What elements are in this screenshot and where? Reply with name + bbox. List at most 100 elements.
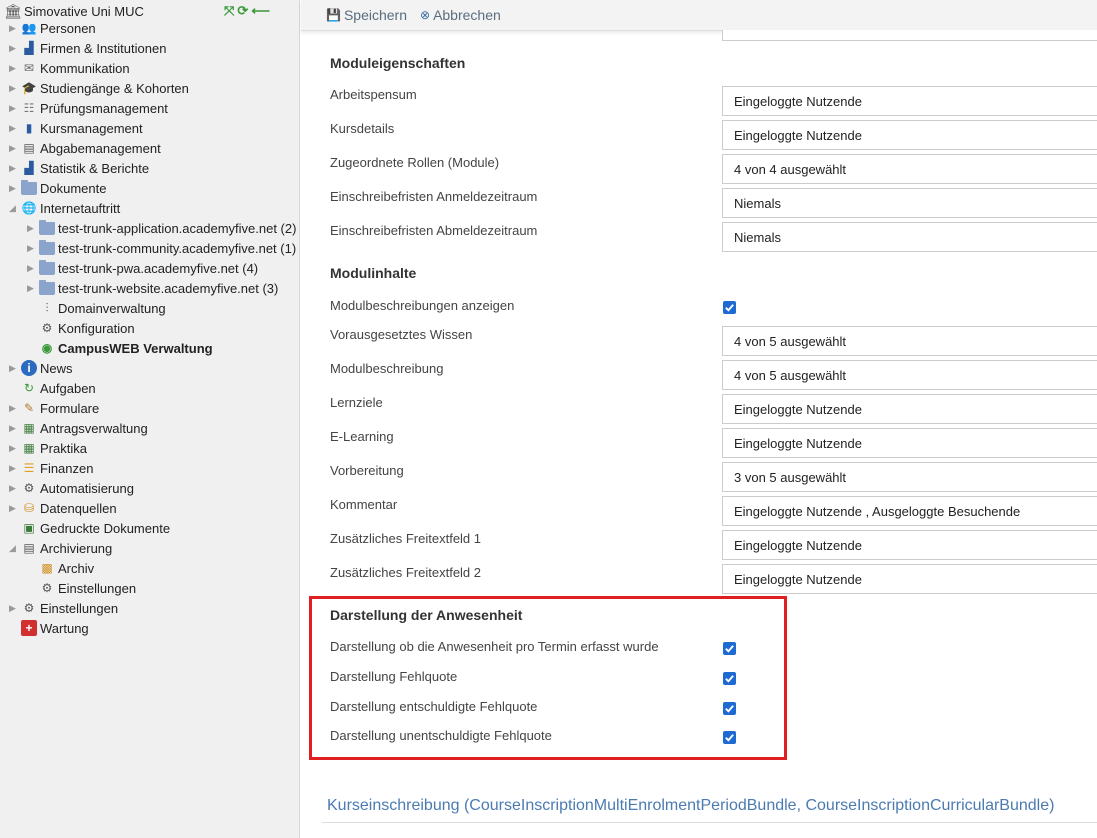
tree-item-label: Domainverwaltung — [58, 300, 166, 316]
tree-item-einstellungen[interactable]: ▶ ⚙ Einstellungen — [8, 598, 118, 618]
field-label-fehlquote: Darstellung Fehlquote — [330, 669, 458, 684]
expand-arrow-icon[interactable]: ▶ — [8, 438, 17, 458]
application-grid-icon: ▦ — [23, 421, 35, 435]
select-abmeldezeitraum[interactable]: Niemals — [722, 222, 1097, 252]
select-freitextfeld-2[interactable]: Eingeloggte Nutzende — [722, 564, 1097, 594]
tree-item-gedruckte-dokumente[interactable]: ▣ Gedruckte Dokumente — [21, 518, 170, 538]
field-label-vorausgesetztes-wissen: Vorausgesetztes Wissen — [330, 327, 473, 342]
tree-item-label: Kommunikation — [40, 60, 130, 76]
expand-arrow-icon[interactable]: ▶ — [8, 98, 17, 118]
bundle-section-link[interactable]: Kurseinschreibung (CourseInscriptionMult… — [327, 797, 1054, 815]
expand-arrow-icon[interactable]: ▶ — [8, 418, 17, 438]
checkmark-icon — [725, 675, 734, 683]
tree-item-label: test-trunk-website.academyfive.net (3) — [58, 280, 279, 296]
institution-icon: 🏛 — [4, 3, 22, 19]
expand-arrow-icon[interactable]: ▶ — [8, 498, 17, 518]
expand-arrow-icon[interactable]: ▶ — [26, 278, 35, 298]
tree-item-firmen[interactable]: ▶ ▟ Firmen & Institutionen — [8, 38, 166, 58]
expand-arrow-icon[interactable]: ▶ — [8, 58, 17, 78]
expand-arrow-icon[interactable]: ▶ — [26, 218, 35, 238]
tree-item-finanzen[interactable]: ▶ ☰ Finanzen — [8, 458, 93, 478]
tree-item-personen[interactable]: ▶ 👥 Personen — [8, 18, 96, 38]
expand-arrow-icon[interactable]: ▶ — [26, 258, 35, 278]
select-freitextfeld-1[interactable]: Eingeloggte Nutzende — [722, 530, 1097, 560]
tree-item-label: Firmen & Institutionen — [40, 40, 167, 56]
factory-icon: ▟ — [24, 41, 34, 55]
tree-item-formulare[interactable]: ▶ ✎ Formulare — [8, 398, 99, 418]
expand-arrow-icon[interactable]: ▶ — [8, 358, 17, 378]
expand-arrow-icon[interactable]: ▶ — [8, 598, 17, 618]
tree-item-label: Finanzen — [40, 460, 94, 476]
select-modulbeschreibung[interactable]: 4 von 5 ausgewählt — [722, 360, 1097, 390]
tree-item-pruefungsmanagement[interactable]: ▶ ☷ Prüfungsmanagement — [8, 98, 168, 118]
tree-item-kommunikation[interactable]: ▶ ✉ Kommunikation — [8, 58, 130, 78]
checkbox-anwesenheit-pro-termin[interactable] — [723, 642, 736, 655]
tree-item-statistik[interactable]: ▶ ▟ Statistik & Berichte — [8, 158, 149, 178]
tree-item-aufgaben[interactable]: ↻ Aufgaben — [21, 378, 96, 398]
expand-arrow-icon[interactable]: ▶ — [8, 118, 17, 138]
checkbox-entschuldigte-fehlquote[interactable] — [723, 702, 736, 715]
expand-arrow-icon[interactable]: ▶ — [8, 478, 17, 498]
checkmark-icon — [725, 304, 734, 312]
tree-item-test-trunk-website[interactable]: ▶ test-trunk-website.academyfive.net (3) — [26, 278, 278, 298]
tree-item-kursmanagement[interactable]: ▶ ▮ Kursmanagement — [8, 118, 143, 138]
divider — [322, 822, 1097, 823]
checkbox-modulbeschreibungen-anzeigen[interactable] — [723, 301, 736, 314]
collapse-arrow-icon[interactable]: ◢ — [8, 538, 17, 558]
tree-item-datenquellen[interactable]: ▶ ⛁ Datenquellen — [8, 498, 117, 518]
expand-arrow-icon[interactable]: ▶ — [8, 178, 17, 198]
tree-item-antragsverwaltung[interactable]: ▶ ▦ Antragsverwaltung — [8, 418, 148, 438]
tree-item-domainverwaltung[interactable]: ⫶ Domainverwaltung — [39, 298, 166, 318]
tree-item-test-trunk-pwa[interactable]: ▶ test-trunk-pwa.academyfive.net (4) — [26, 258, 258, 278]
tree-item-campusweb-verwaltung[interactable]: ◉ CampusWEB Verwaltung — [39, 338, 213, 358]
expand-arrow-icon[interactable]: ▶ — [8, 458, 17, 478]
scrolled-field-fragment[interactable] — [722, 30, 1097, 41]
tree-item-test-trunk-application[interactable]: ▶ test-trunk-application.academyfive.net… — [26, 218, 296, 238]
checkbox-fehlquote[interactable] — [723, 672, 736, 685]
collapse-arrow-icon[interactable]: ◢ — [8, 198, 17, 218]
tree-item-automatisierung[interactable]: ▶ ⚙ Automatisierung — [8, 478, 134, 498]
collapse-all-icon[interactable]: ⤧ — [224, 3, 234, 19]
expand-arrow-icon[interactable]: ▶ — [8, 18, 17, 38]
tree-item-wartung[interactable]: + Wartung — [21, 618, 89, 638]
select-vorbereitung[interactable]: 3 von 5 ausgewählt — [722, 462, 1097, 492]
select-anmeldezeitraum[interactable]: Niemals — [722, 188, 1097, 218]
campusweb-icon: ◉ — [41, 341, 53, 355]
select-zugeordnete-rollen[interactable]: 4 von 4 ausgewählt — [722, 154, 1097, 184]
tree-item-news[interactable]: ▶ i News — [8, 358, 73, 378]
select-vorausgesetztes-wissen[interactable]: 4 von 5 ausgewählt — [722, 326, 1097, 356]
refresh-icon[interactable]: ⟳ — [237, 3, 248, 19]
tree-item-archiv[interactable]: ▩ Archiv — [39, 558, 94, 578]
tree-tools: ⤧ ⟳ ⟵ — [224, 3, 270, 19]
select-kursdetails[interactable]: Eingeloggte Nutzende — [722, 120, 1097, 150]
coins-icon: ☰ — [23, 461, 35, 475]
expand-arrow-icon[interactable]: ▶ — [8, 78, 17, 98]
checkbox-unentschuldigte-fehlquote[interactable] — [723, 731, 736, 744]
save-button[interactable]: 💾 Speichern — [326, 6, 407, 24]
expand-arrow-icon[interactable]: ▶ — [8, 158, 17, 178]
select-kommentar[interactable]: Eingeloggte Nutzende , Ausgeloggte Besuc… — [722, 496, 1097, 526]
tree-item-praktika[interactable]: ▶ ▦ Praktika — [8, 438, 87, 458]
tree-item-dokumente[interactable]: ▶ Dokumente — [8, 178, 106, 198]
select-e-learning[interactable]: Eingeloggte Nutzende — [722, 428, 1097, 458]
field-label-modulbeschreibungen-anzeigen: Modulbeschreibungen anzeigen — [330, 298, 515, 313]
expand-arrow-icon[interactable]: ▶ — [8, 398, 17, 418]
tree-item-konfiguration[interactable]: ⚙ Konfiguration — [39, 318, 135, 338]
expand-arrow-icon[interactable]: ▶ — [26, 238, 35, 258]
back-arrow-icon[interactable]: ⟵ — [251, 3, 270, 19]
expand-arrow-icon[interactable]: ▶ — [8, 138, 17, 158]
tree-item-archiv-einstellungen[interactable]: ⚙ Einstellungen — [39, 578, 136, 598]
expand-arrow-icon[interactable]: ▶ — [8, 38, 17, 58]
tree-item-label: News — [40, 360, 73, 376]
tree-item-studiengaenge[interactable]: ▶ 🎓 Studiengänge & Kohorten — [8, 78, 189, 98]
gear-icon: ⚙ — [41, 581, 53, 595]
cancel-button[interactable]: ⊗ Abbrechen — [420, 6, 501, 24]
tree-item-archivierung[interactable]: ◢ ▤ Archivierung — [8, 538, 112, 558]
tree-item-internetauftritt[interactable]: ◢ 🌐 Internetauftritt — [8, 198, 120, 218]
tree-item-abgabemanagement[interactable]: ▶ ▤ Abgabemanagement — [8, 138, 161, 158]
checkmark-icon — [725, 705, 734, 713]
tree-item-label: test-trunk-community.academyfive.net (1) — [58, 240, 297, 256]
tree-item-test-trunk-community[interactable]: ▶ test-trunk-community.academyfive.net (… — [26, 238, 296, 258]
select-arbeitspensum[interactable]: Eingeloggte Nutzende — [722, 86, 1097, 116]
select-lernziele[interactable]: Eingeloggte Nutzende — [722, 394, 1097, 424]
